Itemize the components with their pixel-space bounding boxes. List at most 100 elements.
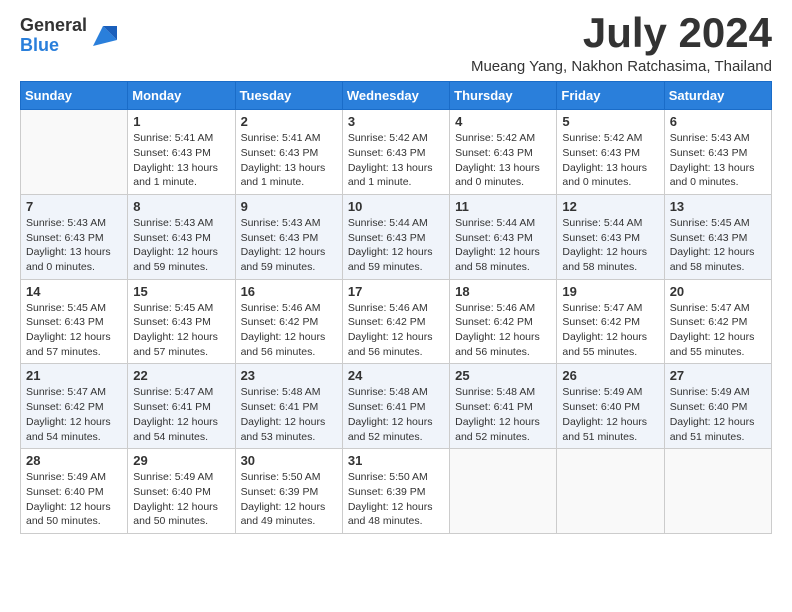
calendar-week-row: 14 Sunrise: 5:45 AM Sunset: 6:43 PM Dayli…: [21, 279, 772, 364]
day-number: 9: [241, 199, 337, 214]
calendar-cell: 14 Sunrise: 5:45 AM Sunset: 6:43 PM Dayli…: [21, 279, 128, 364]
weekday-header-tuesday: Tuesday: [235, 82, 342, 110]
weekday-header-thursday: Thursday: [450, 82, 557, 110]
day-number: 27: [670, 368, 766, 383]
month-title: July 2024: [471, 10, 772, 56]
page-header: General Blue July 2024 Mueang Yang, Nakh…: [20, 10, 772, 75]
weekday-header-friday: Friday: [557, 82, 664, 110]
calendar-cell: 23 Sunrise: 5:48 AM Sunset: 6:41 PM Dayli…: [235, 364, 342, 449]
calendar-cell: 19Sunrise: 5:47 AM Sunset: 6:42 PM Dayli…: [557, 279, 664, 364]
cell-daylight-info: Sunrise: 5:45 AM Sunset: 6:43 PM Dayligh…: [133, 301, 229, 360]
cell-daylight-info: Sunrise: 5:50 AM Sunset: 6:39 PM Dayligh…: [348, 470, 444, 529]
day-number: 20: [670, 284, 766, 299]
cell-daylight-info: Sunrise: 5:41 AM Sunset: 6:43 PM Dayligh…: [133, 131, 229, 190]
cell-daylight-info: Sunrise: 5:44 AM Sunset: 6:43 PM Dayligh…: [455, 216, 551, 275]
day-number: 25: [455, 368, 551, 383]
calendar-cell: 15 Sunrise: 5:45 AM Sunset: 6:43 PM Dayli…: [128, 279, 235, 364]
cell-daylight-info: Sunrise: 5:50 AM Sunset: 6:39 PM Dayligh…: [241, 470, 337, 529]
calendar-cell: 16Sunrise: 5:46 AM Sunset: 6:42 PM Dayli…: [235, 279, 342, 364]
day-number: 23: [241, 368, 337, 383]
day-number: 22: [133, 368, 229, 383]
day-number: 18: [455, 284, 551, 299]
calendar-week-row: 1 Sunrise: 5:41 AM Sunset: 6:43 PM Daylig…: [21, 110, 772, 195]
cell-daylight-info: Sunrise: 5:45 AM Sunset: 6:43 PM Dayligh…: [26, 301, 122, 360]
calendar-week-row: 28 Sunrise: 5:49 AM Sunset: 6:40 PM Dayli…: [21, 449, 772, 534]
calendar-cell: 22Sunrise: 5:47 AM Sunset: 6:41 PM Dayli…: [128, 364, 235, 449]
calendar-cell: 27 Sunrise: 5:49 AM Sunset: 6:40 PM Dayli…: [664, 364, 771, 449]
calendar-cell: 31 Sunrise: 5:50 AM Sunset: 6:39 PM Dayli…: [342, 449, 449, 534]
calendar-cell: [450, 449, 557, 534]
cell-daylight-info: Sunrise: 5:42 AM Sunset: 6:43 PM Dayligh…: [455, 131, 551, 190]
calendar-cell: 3Sunrise: 5:42 AM Sunset: 6:43 PM Daylig…: [342, 110, 449, 195]
calendar-cell: 4Sunrise: 5:42 AM Sunset: 6:43 PM Daylig…: [450, 110, 557, 195]
day-number: 8: [133, 199, 229, 214]
day-number: 28: [26, 453, 122, 468]
calendar-cell: 24 Sunrise: 5:48 AM Sunset: 6:41 PM Dayli…: [342, 364, 449, 449]
calendar-cell: 6Sunrise: 5:43 AM Sunset: 6:43 PM Daylig…: [664, 110, 771, 195]
calendar-table: SundayMondayTuesdayWednesdayThursdayFrid…: [20, 81, 772, 534]
location: Mueang Yang, Nakhon Ratchasima, Thailand: [471, 58, 772, 75]
calendar-cell: 10 Sunrise: 5:44 AM Sunset: 6:43 PM Dayli…: [342, 194, 449, 279]
day-number: 5: [562, 114, 658, 129]
calendar-cell: 21Sunrise: 5:47 AM Sunset: 6:42 PM Dayli…: [21, 364, 128, 449]
calendar-cell: 28 Sunrise: 5:49 AM Sunset: 6:40 PM Dayli…: [21, 449, 128, 534]
cell-daylight-info: Sunrise: 5:49 AM Sunset: 6:40 PM Dayligh…: [670, 385, 766, 444]
day-number: 12: [562, 199, 658, 214]
logo-icon: [89, 22, 117, 50]
weekday-header-row: SundayMondayTuesdayWednesdayThursdayFrid…: [21, 82, 772, 110]
calendar-cell: 1 Sunrise: 5:41 AM Sunset: 6:43 PM Daylig…: [128, 110, 235, 195]
cell-daylight-info: Sunrise: 5:49 AM Sunset: 6:40 PM Dayligh…: [562, 385, 658, 444]
calendar-cell: 7 Sunrise: 5:43 AM Sunset: 6:43 PM Daylig…: [21, 194, 128, 279]
day-number: 10: [348, 199, 444, 214]
cell-daylight-info: Sunrise: 5:46 AM Sunset: 6:42 PM Dayligh…: [455, 301, 551, 360]
weekday-header-saturday: Saturday: [664, 82, 771, 110]
day-number: 15: [133, 284, 229, 299]
cell-daylight-info: Sunrise: 5:46 AM Sunset: 6:42 PM Dayligh…: [348, 301, 444, 360]
cell-daylight-info: Sunrise: 5:47 AM Sunset: 6:42 PM Dayligh…: [26, 385, 122, 444]
cell-daylight-info: Sunrise: 5:44 AM Sunset: 6:43 PM Dayligh…: [562, 216, 658, 275]
day-number: 1: [133, 114, 229, 129]
day-number: 2: [241, 114, 337, 129]
cell-daylight-info: Sunrise: 5:42 AM Sunset: 6:43 PM Dayligh…: [562, 131, 658, 190]
calendar-cell: 2Sunrise: 5:41 AM Sunset: 6:43 PM Daylig…: [235, 110, 342, 195]
weekday-header-sunday: Sunday: [21, 82, 128, 110]
cell-daylight-info: Sunrise: 5:46 AM Sunset: 6:42 PM Dayligh…: [241, 301, 337, 360]
day-number: 3: [348, 114, 444, 129]
cell-daylight-info: Sunrise: 5:47 AM Sunset: 6:42 PM Dayligh…: [670, 301, 766, 360]
weekday-header-wednesday: Wednesday: [342, 82, 449, 110]
day-number: 19: [562, 284, 658, 299]
cell-daylight-info: Sunrise: 5:43 AM Sunset: 6:43 PM Dayligh…: [241, 216, 337, 275]
calendar-cell: 5 Sunrise: 5:42 AM Sunset: 6:43 PM Daylig…: [557, 110, 664, 195]
calendar-cell: 30Sunrise: 5:50 AM Sunset: 6:39 PM Dayli…: [235, 449, 342, 534]
day-number: 17: [348, 284, 444, 299]
day-number: 26: [562, 368, 658, 383]
logo-general: General: [20, 15, 87, 35]
calendar-cell: 20 Sunrise: 5:47 AM Sunset: 6:42 PM Dayli…: [664, 279, 771, 364]
calendar-cell: [557, 449, 664, 534]
day-number: 14: [26, 284, 122, 299]
calendar-cell: 17 Sunrise: 5:46 AM Sunset: 6:42 PM Dayli…: [342, 279, 449, 364]
day-number: 13: [670, 199, 766, 214]
cell-daylight-info: Sunrise: 5:49 AM Sunset: 6:40 PM Dayligh…: [26, 470, 122, 529]
cell-daylight-info: Sunrise: 5:44 AM Sunset: 6:43 PM Dayligh…: [348, 216, 444, 275]
day-number: 7: [26, 199, 122, 214]
calendar-week-row: 21Sunrise: 5:47 AM Sunset: 6:42 PM Dayli…: [21, 364, 772, 449]
cell-daylight-info: Sunrise: 5:48 AM Sunset: 6:41 PM Dayligh…: [348, 385, 444, 444]
calendar-cell: 18 Sunrise: 5:46 AM Sunset: 6:42 PM Dayli…: [450, 279, 557, 364]
day-number: 24: [348, 368, 444, 383]
day-number: 11: [455, 199, 551, 214]
calendar-cell: 12 Sunrise: 5:44 AM Sunset: 6:43 PM Dayli…: [557, 194, 664, 279]
calendar-cell: 25Sunrise: 5:48 AM Sunset: 6:41 PM Dayli…: [450, 364, 557, 449]
cell-daylight-info: Sunrise: 5:48 AM Sunset: 6:41 PM Dayligh…: [241, 385, 337, 444]
cell-daylight-info: Sunrise: 5:43 AM Sunset: 6:43 PM Dayligh…: [26, 216, 122, 275]
cell-daylight-info: Sunrise: 5:45 AM Sunset: 6:43 PM Dayligh…: [670, 216, 766, 275]
day-number: 6: [670, 114, 766, 129]
title-block: July 2024 Mueang Yang, Nakhon Ratchasima…: [471, 10, 772, 75]
calendar-cell: 8Sunrise: 5:43 AM Sunset: 6:43 PM Daylig…: [128, 194, 235, 279]
logo: General Blue: [20, 16, 117, 56]
calendar-cell: [21, 110, 128, 195]
day-number: 31: [348, 453, 444, 468]
calendar-cell: 9 Sunrise: 5:43 AM Sunset: 6:43 PM Daylig…: [235, 194, 342, 279]
weekday-header-monday: Monday: [128, 82, 235, 110]
day-number: 29: [133, 453, 229, 468]
